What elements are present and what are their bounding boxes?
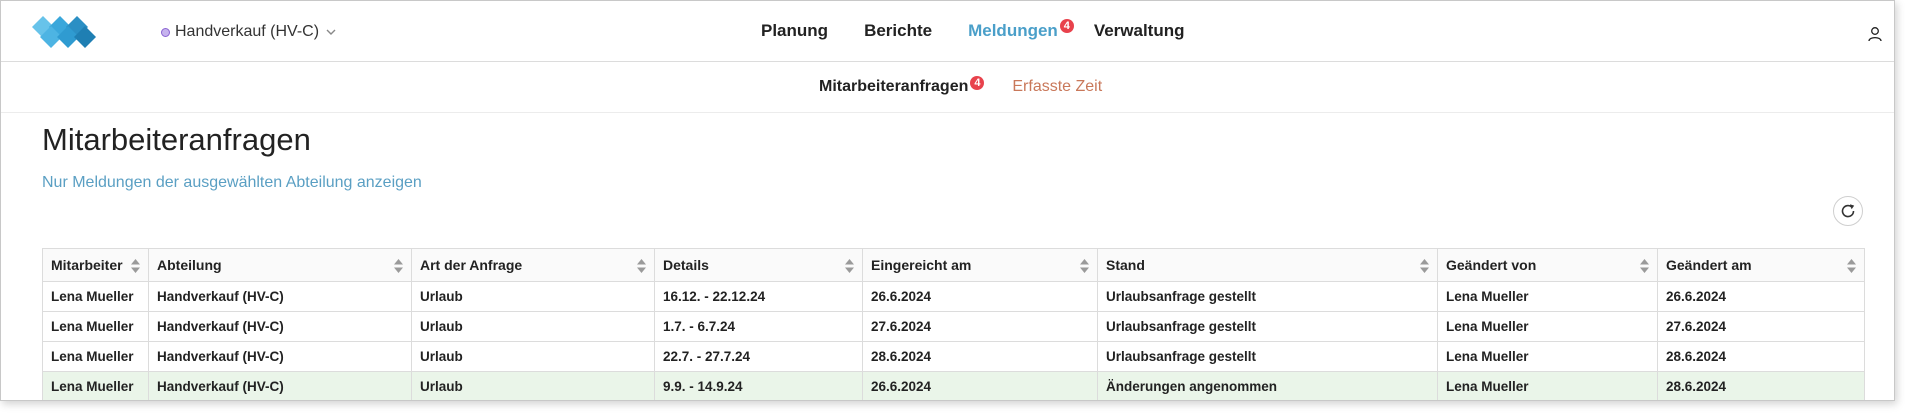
table-cell: Handverkauf (HV-C) [148,371,412,400]
nav-item-verwaltung[interactable]: Verwaltung [1094,21,1185,41]
table-row[interactable]: Lena Mueller Handverkauf (HV-C) Urlaub 22.7… [42,341,1865,372]
sort-icon [637,259,646,273]
logo-icon[interactable] [29,13,113,51]
table-body: Lena Mueller Handverkauf (HV-C) Urlaub 16.1… [42,281,1865,400]
column-header-label: Geändert von [1446,257,1537,273]
requests-table: Mitarbeiter Abteilung Art der Anfrage Detai… [42,248,1865,400]
column-header[interactable]: Geändert von [1437,248,1658,282]
table-cell: Lena Mueller [42,371,149,400]
column-header[interactable]: Details [654,248,863,282]
page-title: Mitarbeiteranfragen [42,122,311,157]
table-cell: Änderungen angenommen [1097,371,1438,400]
sort-icon [1640,259,1649,273]
table-cell: 9.9. - 14.9.24 [654,371,863,400]
sort-icon [131,259,140,273]
table-cell: Lena Mueller [42,341,149,372]
table-cell: Lena Mueller [1437,341,1658,372]
table-cell: Urlaubsanfrage gestellt [1097,341,1438,372]
table-cell: Lena Mueller [1437,371,1658,400]
tab-badge: 4 [970,76,985,90]
column-header-label: Abteilung [157,257,222,273]
sort-icon [1847,259,1856,273]
sort-icon [394,259,403,273]
refresh-icon [1841,204,1855,218]
column-header-label: Details [663,257,709,273]
notification-badge: 4 [1059,19,1074,33]
user-icon[interactable] [1867,26,1883,42]
sort-icon [1080,259,1089,273]
table-cell: Lena Mueller [42,311,149,342]
department-filter-link[interactable]: Nur Meldungen der ausgewählten Abteilung… [42,174,422,192]
table-cell: 27.6.2024 [862,311,1098,342]
table-cell: Urlaub [411,371,655,400]
sort-icon [845,259,854,273]
column-header-label: Geändert am [1666,257,1752,273]
table-cell: Handverkauf (HV-C) [148,341,412,372]
table-cell: Urlaub [411,341,655,372]
nav-item-planung[interactable]: Planung [761,21,828,41]
tab-mitarbeiteranfragen-label: Mitarbeiteranfragen [819,78,969,95]
tab-erfasste-zeit[interactable]: Erfasste Zeit [1012,78,1102,96]
table-cell: 16.12. - 22.12.24 [654,281,863,312]
department-dot-icon [161,27,170,37]
table-cell: 28.6.2024 [862,341,1098,372]
column-header-label: Mitarbeiter [51,257,123,273]
column-header[interactable]: Eingereicht am [862,248,1098,282]
column-header-label: Eingereicht am [871,257,972,273]
refresh-button[interactable] [1833,196,1863,226]
table-cell: 27.6.2024 [1657,311,1865,342]
table-cell: Urlaubsanfrage gestellt [1097,281,1438,312]
department-label: Handverkauf (HV-C) [175,23,320,40]
column-header[interactable]: Mitarbeiter [42,248,149,282]
sort-icon [1420,259,1429,273]
column-header[interactable]: Geändert am [1657,248,1865,282]
table-row[interactable]: Lena Mueller Handverkauf (HV-C) Urlaub 9.9.… [42,371,1865,400]
column-header-label: Art der Anfrage [420,257,523,273]
table-cell: Handverkauf (HV-C) [148,311,412,342]
table-row[interactable]: Lena Mueller Handverkauf (HV-C) Urlaub 1.7.… [42,311,1865,342]
tab-mitarbeiteranfragen[interactable]: Mitarbeiteranfragen 4 [819,76,985,96]
table-cell: Urlaub [411,281,655,312]
column-header[interactable]: Art der Anfrage [411,248,655,282]
main-nav: Planung Berichte Meldungen 4 Verwaltung [761,19,1221,41]
table-cell: Lena Mueller [1437,281,1658,312]
chevron-down-icon [326,29,336,35]
top-navbar: Handverkauf (HV-C) Planung Berichte Meld… [1,1,1894,62]
nav-item-berichte[interactable]: Berichte [864,21,932,41]
table-cell: Urlaub [411,311,655,342]
table-cell: 28.6.2024 [1657,341,1865,372]
department-selector[interactable]: Handverkauf (HV-C) [161,23,337,41]
nav-item-meldungen-label: Meldungen [968,21,1058,40]
column-header-label: Stand [1106,257,1145,273]
table-row[interactable]: Lena Mueller Handverkauf (HV-C) Urlaub 16.1… [42,281,1865,312]
table-cell: Lena Mueller [1437,311,1658,342]
table-cell: 26.6.2024 [862,371,1098,400]
table-cell: 1.7. - 6.7.24 [654,311,863,342]
column-header[interactable]: Abteilung [148,248,412,282]
table-cell: Urlaubsanfrage gestellt [1097,311,1438,342]
nav-item-meldungen[interactable]: Meldungen 4 [968,19,1074,41]
app-window: Handverkauf (HV-C) Planung Berichte Meld… [0,0,1895,401]
table-cell: Lena Mueller [42,281,149,312]
sub-navbar: Mitarbeiteranfragen 4 Erfasste Zeit [1,62,1894,113]
table-cell: 26.6.2024 [862,281,1098,312]
table-cell: 22.7. - 27.7.24 [654,341,863,372]
column-header[interactable]: Stand [1097,248,1438,282]
table-cell: 26.6.2024 [1657,281,1865,312]
table-cell: 28.6.2024 [1657,371,1865,400]
table-cell: Handverkauf (HV-C) [148,281,412,312]
table-header-row: Mitarbeiter Abteilung Art der Anfrage Detai… [42,248,1865,282]
